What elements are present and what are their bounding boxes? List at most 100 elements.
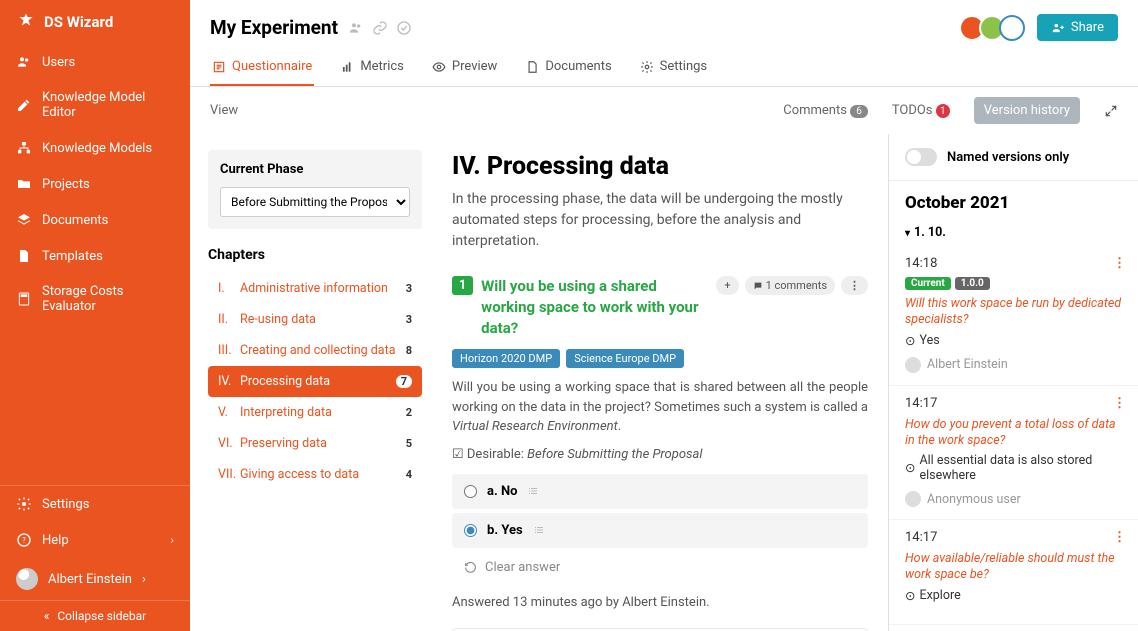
- tab-settings[interactable]: Settings: [638, 49, 709, 86]
- sidebar-user[interactable]: Albert Einstein ›: [0, 558, 190, 600]
- history-date[interactable]: 1. 10.: [889, 219, 1138, 246]
- chapter-label: Processing data: [240, 374, 330, 389]
- chapter-item-1[interactable]: I.Administrative information3: [208, 273, 422, 304]
- sidebar-item-documents[interactable]: Documents: [0, 202, 190, 238]
- version-history-button[interactable]: Version history: [974, 97, 1080, 124]
- named-versions-toggle[interactable]: [905, 148, 937, 166]
- chapters: Chapters I.Administrative information3 I…: [208, 247, 422, 490]
- chapter-item-6[interactable]: VI.Preserving data5: [208, 428, 422, 459]
- option-a[interactable]: a. No: [452, 474, 868, 509]
- entry-time: 14:18: [905, 256, 1122, 271]
- chapters-heading: Chapters: [208, 247, 422, 263]
- check-circle-icon[interactable]: [396, 20, 412, 36]
- sidebar-item-templates[interactable]: Templates: [0, 238, 190, 274]
- collapse-sidebar-button[interactable]: «Collapse sidebar: [0, 600, 190, 631]
- wizard-icon: [16, 12, 36, 32]
- collaborator-avatars[interactable]: [965, 15, 1025, 41]
- chapter-label: Administrative information: [240, 281, 388, 296]
- chapter-item-2[interactable]: II.Re-using data3: [208, 304, 422, 335]
- todos-toggle[interactable]: TODOs 1: [892, 103, 950, 119]
- chapter-item-3[interactable]: III.Creating and collecting data8: [208, 335, 422, 366]
- todos-label: TODOs: [892, 103, 933, 118]
- add-button[interactable]: +: [716, 276, 738, 295]
- entry-question: Will this work space be run by dedicated…: [905, 296, 1122, 329]
- question-title: Will you be using a shared working space…: [481, 276, 708, 339]
- chapter-label: Preserving data: [240, 436, 327, 451]
- clear-label: Clear answer: [485, 560, 560, 575]
- link-icon[interactable]: [372, 20, 388, 36]
- tab-label: Preview: [452, 59, 497, 74]
- sidebar-item-help[interactable]: ?Help›: [0, 522, 190, 558]
- undo-icon: [464, 561, 477, 574]
- sidebar: DS Wizard Users Knowledge Model Editor K…: [0, 0, 190, 631]
- entry-question: How do you prevent a total loss of data …: [905, 417, 1122, 450]
- share-button[interactable]: Share: [1037, 14, 1118, 41]
- users-icon[interactable]: [348, 20, 364, 36]
- sidebar-item-storage[interactable]: Storage Costs Evaluator: [0, 274, 190, 324]
- history-entry[interactable]: 14:18 ⋮ Current1.0.0 Will this work spac…: [889, 246, 1138, 386]
- clear-answer-button[interactable]: Clear answer: [452, 552, 868, 583]
- svg-text:?: ?: [22, 536, 26, 545]
- history-month: October 2021: [889, 181, 1138, 219]
- chevron-right-icon: ›: [142, 572, 146, 587]
- project-icons: [348, 20, 412, 36]
- tab-questionnaire[interactable]: Questionnaire: [210, 49, 314, 86]
- brand[interactable]: DS Wizard: [0, 0, 190, 44]
- sidebar-item-users[interactable]: Users: [0, 44, 190, 80]
- comments-pill[interactable]: 1 comments: [745, 276, 835, 295]
- tab-metrics[interactable]: Metrics: [338, 49, 406, 86]
- user-name: Albert Einstein: [48, 572, 132, 587]
- comment-icon: [753, 281, 763, 291]
- sidebar-item-km-editor[interactable]: Knowledge Model Editor: [0, 80, 190, 130]
- sidebar-item-km[interactable]: Knowledge Models: [0, 130, 190, 166]
- named-versions-label: Named versions only: [947, 150, 1069, 165]
- tab-label: Documents: [545, 59, 611, 74]
- history-entry[interactable]: 14:17 ⋮ How do you prevent a total loss …: [889, 386, 1138, 521]
- comments-toggle[interactable]: Comments 6: [783, 103, 868, 118]
- chapter-item-7[interactable]: VII.Giving access to data4: [208, 459, 422, 490]
- more-button[interactable]: ⋮: [841, 276, 868, 295]
- collapse-label: Collapse sidebar: [57, 609, 146, 623]
- nav-label: Users: [42, 55, 75, 70]
- chapter-label: Creating and collecting data: [240, 343, 396, 358]
- named-versions-row: Named versions only: [889, 134, 1138, 181]
- chapter-item-4[interactable]: IV.Processing data7: [208, 366, 422, 397]
- question-tags: Horizon 2020 DMP Science Europe DMP: [452, 349, 868, 368]
- tab-preview[interactable]: Preview: [430, 49, 499, 86]
- chapter-count: 3: [406, 282, 412, 295]
- phase-select[interactable]: Before Submitting the Proposal: [220, 187, 410, 217]
- sidebar-item-projects[interactable]: Projects: [0, 166, 190, 202]
- comments-text: 1 comments: [766, 279, 827, 292]
- history-entry[interactable]: 14:17 ⋮ How available/reliable should mu…: [889, 520, 1138, 625]
- question-desc: Will you be using a working space that i…: [452, 378, 868, 437]
- sidebar-item-settings[interactable]: Settings: [0, 486, 190, 522]
- answered-meta: Answered 13 minutes ago by Albert Einste…: [452, 595, 868, 610]
- desirable: ☑ Desirable: Before Submitting the Propo…: [452, 447, 868, 462]
- topbar: My Experiment Share: [190, 0, 1138, 49]
- nav-main: Users Knowledge Model Editor Knowledge M…: [0, 44, 190, 485]
- entry-menu-icon[interactable]: ⋮: [1113, 396, 1126, 411]
- chapter-count: 2: [406, 406, 412, 419]
- entry-menu-icon[interactable]: ⋮: [1113, 530, 1126, 545]
- radio-b[interactable]: [464, 524, 477, 537]
- list-icon: [533, 524, 545, 536]
- folder-icon: [16, 176, 32, 192]
- nav-label: Projects: [42, 177, 90, 192]
- tab-documents[interactable]: Documents: [523, 49, 613, 86]
- option-b[interactable]: b. Yes: [452, 513, 868, 548]
- option-label: a. No: [487, 484, 517, 499]
- chapter-num: VII.: [218, 467, 240, 482]
- question-panel: IV. Processing data In the processing ph…: [432, 134, 888, 631]
- chapter-num: III.: [218, 343, 240, 358]
- chapter-item-5[interactable]: V.Interpreting data2: [208, 397, 422, 428]
- phase-label: Current Phase: [220, 162, 410, 177]
- radio-a[interactable]: [464, 485, 477, 498]
- entry-menu-icon[interactable]: ⋮: [1113, 256, 1126, 271]
- tag: Science Europe DMP: [566, 349, 684, 368]
- chapter-num: II.: [218, 312, 240, 327]
- entry-answer: ⊙ Yes: [905, 333, 1122, 349]
- chapter-label: Interpreting data: [240, 405, 332, 420]
- expand-icon[interactable]: [1104, 104, 1118, 118]
- view-menu[interactable]: View: [210, 103, 238, 118]
- chapter-count: 3: [406, 313, 412, 326]
